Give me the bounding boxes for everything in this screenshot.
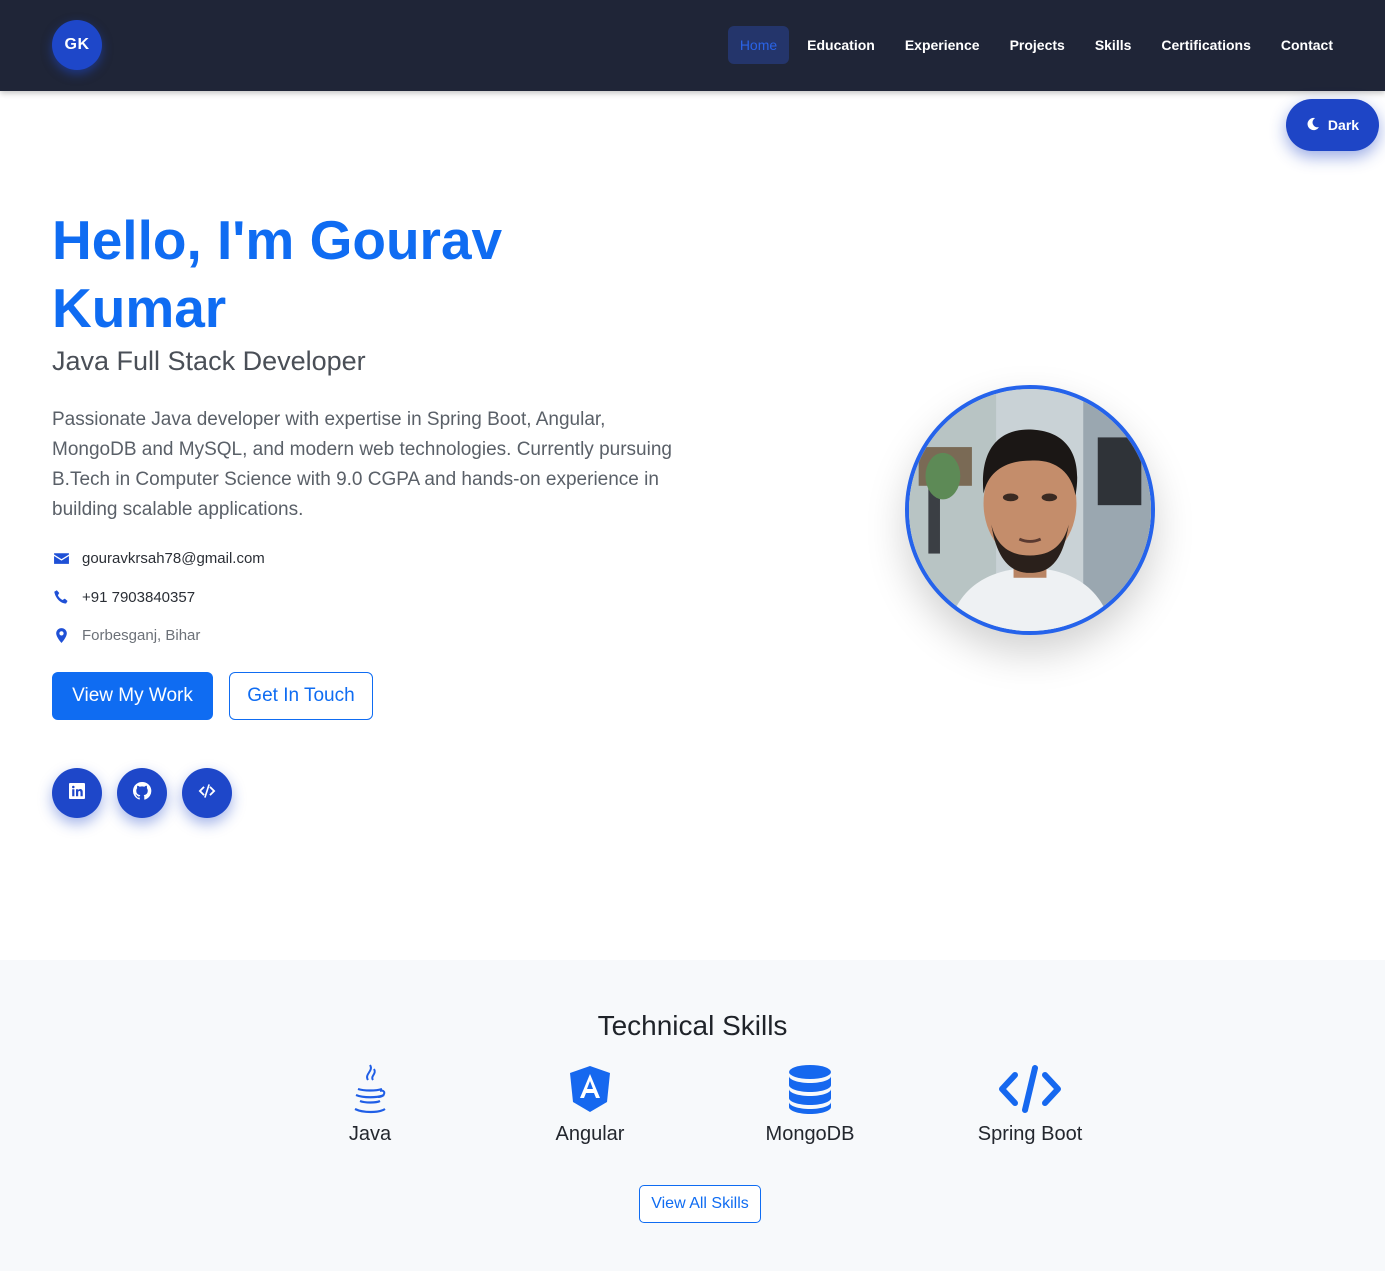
contact-email-text: gouravkrsah78@gmail.com	[82, 549, 265, 567]
moon-icon	[1306, 117, 1320, 134]
skill-mongodb: MongoDB	[710, 1063, 910, 1146]
contact-phone[interactable]: +91 7903840357	[52, 588, 195, 606]
skill-name: MongoDB	[765, 1123, 855, 1145]
code-icon	[930, 1063, 1130, 1115]
nav-certifications[interactable]: Certifications	[1146, 26, 1265, 64]
skill-name: Java	[348, 1123, 392, 1145]
nav-education[interactable]: Education	[792, 26, 890, 64]
contact-email[interactable]: gouravkrsah78@gmail.com	[52, 549, 265, 567]
skills-title: Technical Skills	[597, 1010, 788, 1041]
envelope-icon	[52, 549, 70, 567]
map-pin-icon	[52, 626, 70, 644]
skill-name: Spring Boot	[977, 1123, 1083, 1145]
nav-links: Home Education Experience Projects Skill…	[727, 26, 1348, 64]
database-icon	[710, 1063, 910, 1115]
contact-location-text: Forbesganj, Bihar	[82, 626, 201, 644]
phone-icon	[52, 588, 70, 606]
view-my-work-button[interactable]: View My Work	[52, 672, 213, 720]
skill-angular: Angular	[490, 1063, 690, 1146]
hero-description: Passionate Java developer with expertise…	[52, 409, 672, 520]
nav-projects[interactable]: Projects	[995, 26, 1080, 64]
logo[interactable]: GK	[52, 20, 102, 70]
java-icon	[270, 1063, 470, 1115]
hero-title: Hello, I'm Gourav Kumar	[52, 209, 503, 339]
nav-skills[interactable]: Skills	[1080, 26, 1147, 64]
view-all-skills-button[interactable]: View All Skills	[639, 1185, 761, 1223]
skill-spring-boot: Spring Boot	[930, 1063, 1130, 1146]
get-in-touch-button[interactable]: Get In Touch	[229, 672, 373, 720]
nav-contact[interactable]: Contact	[1266, 26, 1348, 64]
skill-java: Java	[270, 1063, 470, 1146]
nav-experience[interactable]: Experience	[890, 26, 995, 64]
navbar: GK Home Education Experience Projects Sk…	[0, 0, 1385, 91]
skill-name: Angular	[555, 1123, 625, 1145]
theme-toggle-button[interactable]: Dark	[1286, 99, 1379, 151]
code-icon	[197, 781, 217, 806]
skills-section: Technical Skills Java Angular MongoDB Sp…	[0, 960, 1385, 1271]
code-profile-button[interactable]	[182, 768, 232, 818]
linkedin-button[interactable]	[52, 768, 102, 818]
github-icon	[132, 781, 152, 806]
hero-subtitle: Java Full Stack Developer	[52, 346, 366, 376]
nav-home[interactable]: Home	[727, 26, 790, 64]
profile-photo	[905, 385, 1155, 635]
contact-phone-text: +91 7903840357	[82, 588, 196, 606]
theme-toggle-label: Dark	[1327, 117, 1360, 133]
contact-location: Forbesganj, Bihar	[52, 626, 200, 644]
linkedin-icon	[67, 781, 87, 806]
github-button[interactable]	[117, 768, 167, 818]
angular-icon	[490, 1063, 690, 1115]
